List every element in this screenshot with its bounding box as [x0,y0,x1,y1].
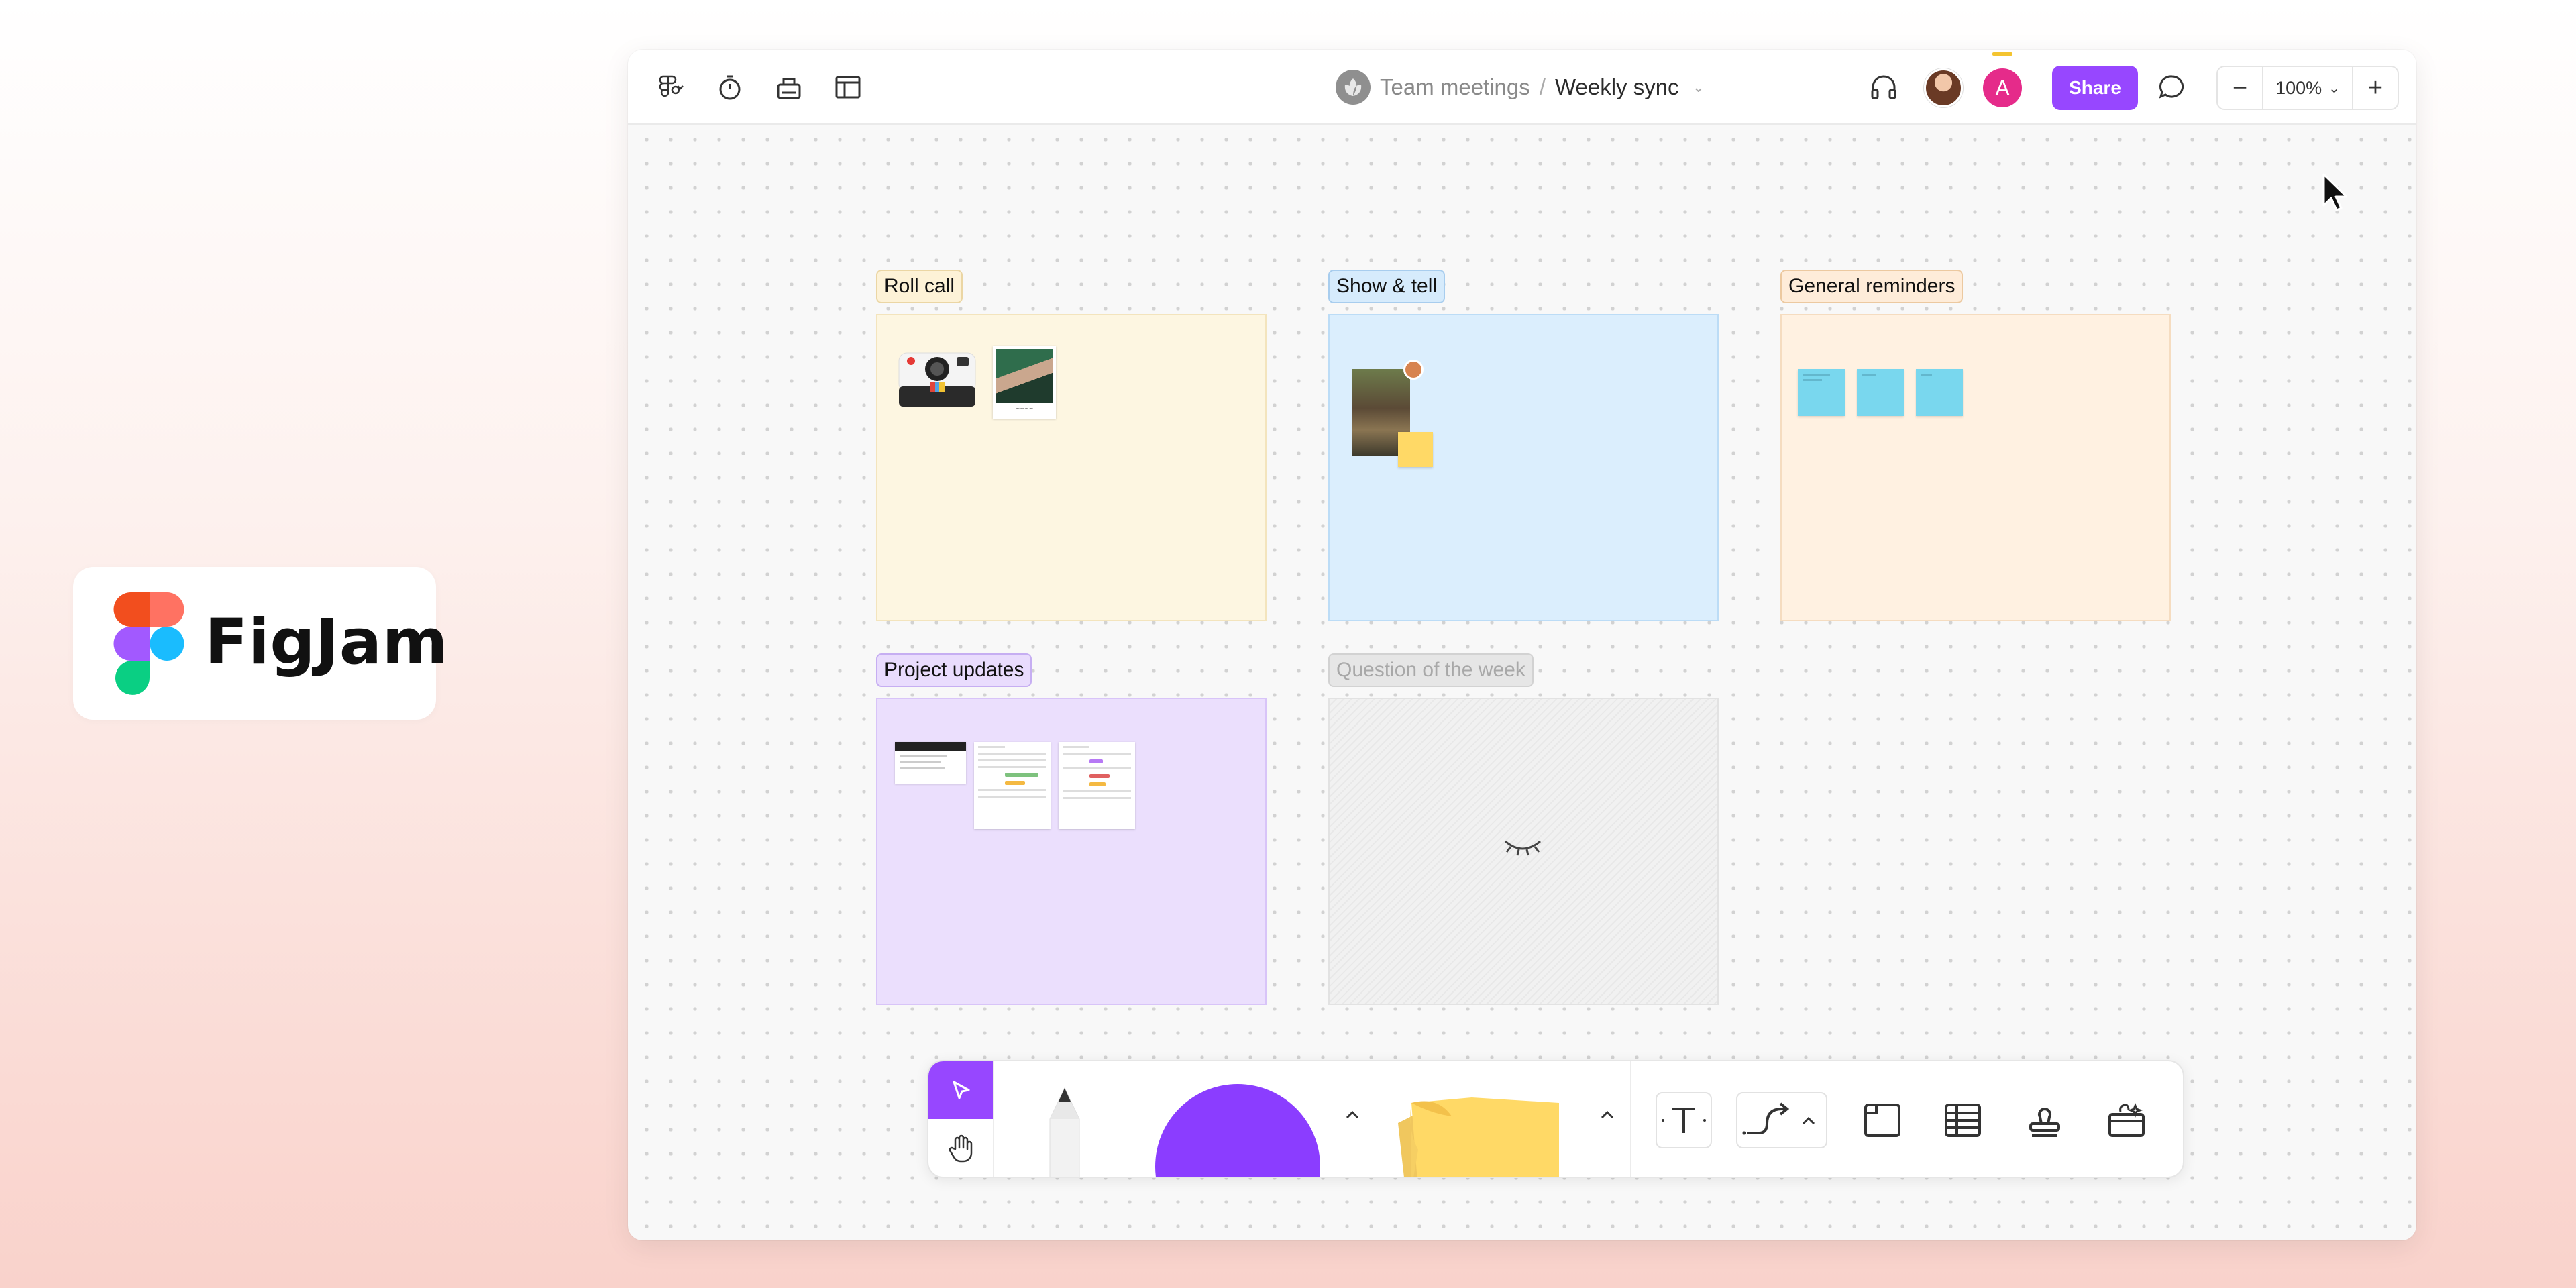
widgets-tool[interactable] [2098,1092,2155,1148]
text-tool[interactable] [1656,1092,1712,1148]
sticky-note[interactable] [1857,369,1904,416]
music-button[interactable] [769,67,809,107]
breadcrumb[interactable]: Team meetings / Weekly sync ⌄ [1336,68,1705,106]
section-roll-call[interactable]: ~~~~ [876,314,1267,621]
connector-icon [1742,1102,1815,1135]
stamp-tool[interactable] [2017,1092,2073,1148]
timer-button[interactable] [710,67,750,107]
comments-button[interactable] [2152,67,2192,107]
figjam-badge: FigJam [73,567,448,720]
zoom-in-button[interactable]: + [2353,67,2398,109]
zoom-out-button[interactable]: − [2218,67,2262,109]
zoom-level-dropdown[interactable]: 100% ⌄ [2262,67,2353,109]
hand-tool[interactable] [928,1119,993,1177]
cursor-arrow-icon [953,1081,970,1099]
team-leaf-icon [1344,78,1362,96]
creation-toolbar [927,1060,2184,1178]
project-card[interactable] [895,742,966,784]
toolbar-divider [1630,1061,1631,1177]
photo-caption: ~~~~ [1015,405,1034,411]
sticky-options-chevron-icon[interactable] [1594,1102,1621,1128]
file-name[interactable]: Weekly sync [1555,74,1679,100]
user-avatar[interactable]: A [1983,52,2022,107]
audio-button[interactable] [1864,67,1904,107]
table-tool[interactable] [1935,1092,1991,1148]
zoom-control: − 100% ⌄ + [2216,66,2399,110]
headphones-icon [1871,75,1896,99]
chevron-down-icon[interactable]: ⌄ [1693,78,1705,96]
hand-icon [949,1134,973,1163]
section-project-updates[interactable] [876,698,1267,1005]
main-menu-button[interactable] [643,67,696,107]
figma-logo [113,592,184,695]
section-title-project-updates[interactable]: Project updates [876,653,1032,687]
comment-icon [2159,75,2184,99]
section-general-reminders[interactable] [1780,314,2171,621]
sticky-note[interactable] [1916,369,1963,416]
text-icon [1662,1108,1706,1133]
breadcrumb-separator: / [1539,74,1546,99]
toolbar-divider [993,1061,994,1177]
profile-photo [996,349,1053,402]
team-logo [1336,70,1371,105]
shape-tool[interactable] [1155,1084,1320,1177]
connector-tool[interactable] [1736,1092,1827,1148]
figma-menu-icon [659,75,684,97]
breadcrumb-team[interactable]: Team meetings [1380,74,1530,100]
project-table[interactable] [974,742,1051,829]
collaborator-avatar [1403,360,1424,380]
project-table[interactable] [1059,742,1135,829]
select-tool[interactable] [928,1061,993,1119]
profile-photo-card[interactable]: ~~~~ [993,346,1056,419]
widgets-icon [2108,1102,2145,1137]
top-bar: Team meetings / Weekly sync ⌄ A Share − … [628,50,2416,125]
timer-icon [719,75,741,100]
chevron-down-icon: ⌄ [2328,80,2340,96]
section-question-of-the-week[interactable] [1328,698,1719,1005]
share-button[interactable]: Share [2052,66,2138,110]
collaborator-avatar[interactable] [1924,68,1963,107]
sticky-note[interactable] [1398,432,1433,467]
figjam-window: Team meetings / Weekly sync ⌄ A Share − … [628,50,2416,1240]
music-player-icon [777,78,801,99]
stamp-icon [2029,1108,2060,1137]
section-show-and-tell[interactable] [1328,314,1719,621]
hidden-eye-icon[interactable] [1501,833,1544,860]
mouse-cursor-icon [2322,173,2347,211]
table-icon [1945,1104,1981,1137]
zoom-level: 100% [2275,77,2322,98]
shape-options-chevron-icon[interactable] [1339,1102,1366,1128]
templates-button[interactable] [828,67,868,107]
sticky-note-tool[interactable] [1385,1083,1586,1178]
section-title-question-of-the-week[interactable]: Question of the week [1328,653,1534,687]
section-title-roll-call[interactable]: Roll call [876,270,963,303]
section-icon [1864,1104,1900,1137]
section-title-show-and-tell[interactable]: Show & tell [1328,270,1446,303]
marker-tool[interactable] [1028,1085,1102,1178]
sticky-note[interactable] [1798,369,1845,416]
section-tool[interactable] [1854,1092,1911,1148]
camera-sticker[interactable] [898,346,977,411]
templates-icon [835,76,861,99]
section-title-general-reminders[interactable]: General reminders [1780,270,1964,303]
brand-name: FigJam [205,606,449,679]
